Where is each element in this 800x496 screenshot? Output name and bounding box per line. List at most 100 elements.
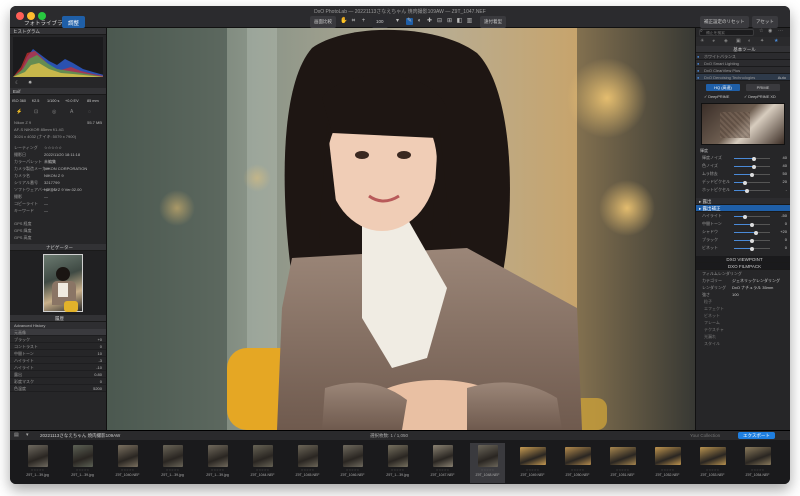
light-tab-icon[interactable]: ☀: [700, 38, 704, 44]
luminance-header[interactable]: 輝度: [696, 147, 790, 154]
tool-item[interactable]: ● ホワイトバランス: [696, 53, 790, 60]
compare-button[interactable]: 画面比較: [310, 16, 336, 28]
toggle-icon[interactable]: ●: [697, 60, 699, 66]
rating-stars[interactable]: ☆☆☆☆☆: [470, 468, 505, 472]
thumbnail-image[interactable]: [163, 445, 183, 467]
rating-stars[interactable]: ☆☆☆☆☆: [20, 468, 55, 472]
rating-stars[interactable]: ☆☆☆☆☆: [290, 468, 325, 472]
slider-value[interactable]: 0: [785, 220, 787, 228]
thumbnail-image[interactable]: [610, 447, 636, 465]
histogram-header[interactable]: ヒストグラム: [10, 28, 106, 35]
favorites-icon[interactable]: ☆: [759, 28, 763, 34]
prime-option[interactable]: PRIME: [746, 84, 780, 91]
metadata-value[interactable]: 2022/11/20 18:11:18: [44, 151, 80, 158]
preview-icon[interactable]: ◧: [456, 18, 463, 25]
metadata-value[interactable]: NIKON Z 9 Ver.02.00: [44, 186, 82, 193]
history-item[interactable]: 元画像: [10, 329, 106, 336]
history-item[interactable]: 露出 0.80: [10, 371, 106, 378]
slider-handle[interactable]: [742, 180, 747, 185]
effect-row[interactable]: テクスチャ: [696, 326, 790, 333]
basic-tools-header[interactable]: 基本ツール: [696, 46, 790, 53]
exposure-comp-header[interactable]: ▸ 露出補正: [696, 205, 790, 212]
metadata-value[interactable]: 未編集: [44, 158, 56, 165]
hq-option[interactable]: HQ (高速): [706, 84, 740, 91]
effect-row[interactable]: フレーム: [696, 319, 790, 326]
navigator-thumbnail[interactable]: [43, 254, 83, 312]
thumbnail-image[interactable]: [253, 445, 273, 467]
slider-value[interactable]: 0: [785, 244, 787, 252]
filmstrip-thumb[interactable]: ☆☆☆☆☆ Z9T_1047.NEF: [425, 443, 460, 483]
filmpack-row[interactable]: フィルムレンダリング: [696, 270, 790, 277]
denoise-preview[interactable]: [701, 103, 785, 145]
history-item[interactable]: コントラスト 0: [10, 343, 106, 350]
chevron-down-icon[interactable]: ▾: [394, 18, 401, 25]
history-item[interactable]: 彩度マスク 0: [10, 378, 106, 385]
rating-stars[interactable]: ☆☆☆☆☆: [155, 468, 190, 472]
slider-value[interactable]: -: [786, 186, 787, 194]
metadata-value[interactable]: ☆☆☆☆☆: [44, 144, 62, 151]
thumbnail-image[interactable]: [520, 447, 546, 465]
thumbnail-image[interactable]: [208, 445, 228, 467]
asset-button[interactable]: アセット: [752, 16, 778, 28]
filter-icon[interactable]: ▾: [26, 432, 29, 438]
history-item[interactable]: ブラック +0: [10, 336, 106, 343]
thumbnail-image[interactable]: [73, 445, 93, 467]
slider-track[interactable]: [734, 222, 770, 227]
slider-value[interactable]: 40: [783, 154, 787, 162]
split-icon[interactable]: ▥: [466, 18, 473, 25]
deepprime-check[interactable]: ✓ DeepPRIME: [704, 94, 729, 99]
filmstrip-thumb[interactable]: ☆☆☆☆☆ Z9T_1049.NEF: [515, 443, 550, 483]
reset-corrections-button[interactable]: 補正設定のリセット: [700, 16, 749, 28]
filmstrip-thumb[interactable]: ☆☆☆☆☆ Z9T_1...39.jpg: [380, 443, 415, 483]
filmstrip-thumb[interactable]: ☆☆☆☆☆ Z9T_1051.NEF: [605, 443, 640, 483]
slider-value[interactable]: 40: [783, 162, 787, 170]
export-button[interactable]: エクスポート: [738, 432, 775, 439]
local-tab-icon[interactable]: ◐: [748, 38, 751, 44]
thumbnail-image[interactable]: [478, 445, 498, 467]
filmpack-header[interactable]: DXO FILMPACK: [696, 263, 790, 270]
metadata-value[interactable]: —: [44, 193, 48, 200]
thumbnail-image[interactable]: [700, 447, 726, 465]
rating-stars[interactable]: ☆☆☆☆☆: [245, 468, 280, 472]
slider-handle[interactable]: [750, 172, 754, 177]
eyedropper-icon[interactable]: ✎: [406, 18, 413, 25]
slider-handle[interactable]: [750, 238, 754, 243]
effect-row[interactable]: ビネット: [696, 312, 790, 319]
filmstrip-thumb[interactable]: ☆☆☆☆☆ Z9T_1...39.jpg: [20, 443, 55, 483]
thumbnail-image[interactable]: [28, 445, 48, 467]
thumbnail-image[interactable]: [565, 447, 591, 465]
slider-track[interactable]: [734, 164, 770, 169]
metadata-value[interactable]: —: [44, 207, 48, 214]
rating-stars[interactable]: ☆☆☆☆☆: [110, 468, 145, 472]
metadata-value[interactable]: —: [44, 200, 48, 207]
metadata-value[interactable]: 3217799: [44, 179, 60, 186]
effect-row[interactable]: エフェクト: [696, 305, 790, 312]
wb-button[interactable]: 遠付着型: [480, 16, 506, 28]
effect-row[interactable]: 光漏れ: [696, 333, 790, 340]
correction-search-input[interactable]: [699, 29, 754, 36]
star-tab-icon[interactable]: ★: [774, 38, 778, 44]
exposure-header[interactable]: ▸ 露出: [696, 198, 790, 205]
rating-stars[interactable]: ☆☆☆☆☆: [740, 468, 775, 472]
navigator[interactable]: [10, 251, 106, 315]
toggle-icon[interactable]: ●: [697, 53, 699, 59]
filmstrip-thumb[interactable]: ☆☆☆☆☆ Z9T_1050.NEF: [560, 443, 595, 483]
history-item[interactable]: 中間トーン 10: [10, 350, 106, 357]
thumbnail-image[interactable]: [388, 445, 408, 467]
filmstrip-thumb[interactable]: ☆☆☆☆☆ Z9T_1046.NEF: [335, 443, 370, 483]
rating-stars[interactable]: ☆☆☆☆☆: [695, 468, 730, 472]
local-adjust-icon[interactable]: ◐: [416, 18, 423, 25]
color-tab-icon[interactable]: ◕: [712, 38, 715, 44]
metadata-value[interactable]: NIKON Z 9: [44, 172, 64, 179]
slider-track[interactable]: [734, 172, 770, 177]
tab-customize[interactable]: 調整: [62, 16, 86, 28]
moon-icon[interactable]: ☾: [15, 80, 19, 86]
toggle-icon[interactable]: ●: [697, 67, 699, 73]
main-photo[interactable]: [107, 28, 695, 430]
thumbnail-image[interactable]: [655, 447, 681, 465]
thumbnail-image[interactable]: [298, 445, 318, 467]
geometry-tab-icon[interactable]: ▣: [736, 38, 741, 44]
rating-stars[interactable]: ☆☆☆☆☆: [200, 468, 235, 472]
slider-handle[interactable]: [750, 222, 754, 227]
rating-stars[interactable]: ☆☆☆☆☆: [560, 468, 595, 472]
